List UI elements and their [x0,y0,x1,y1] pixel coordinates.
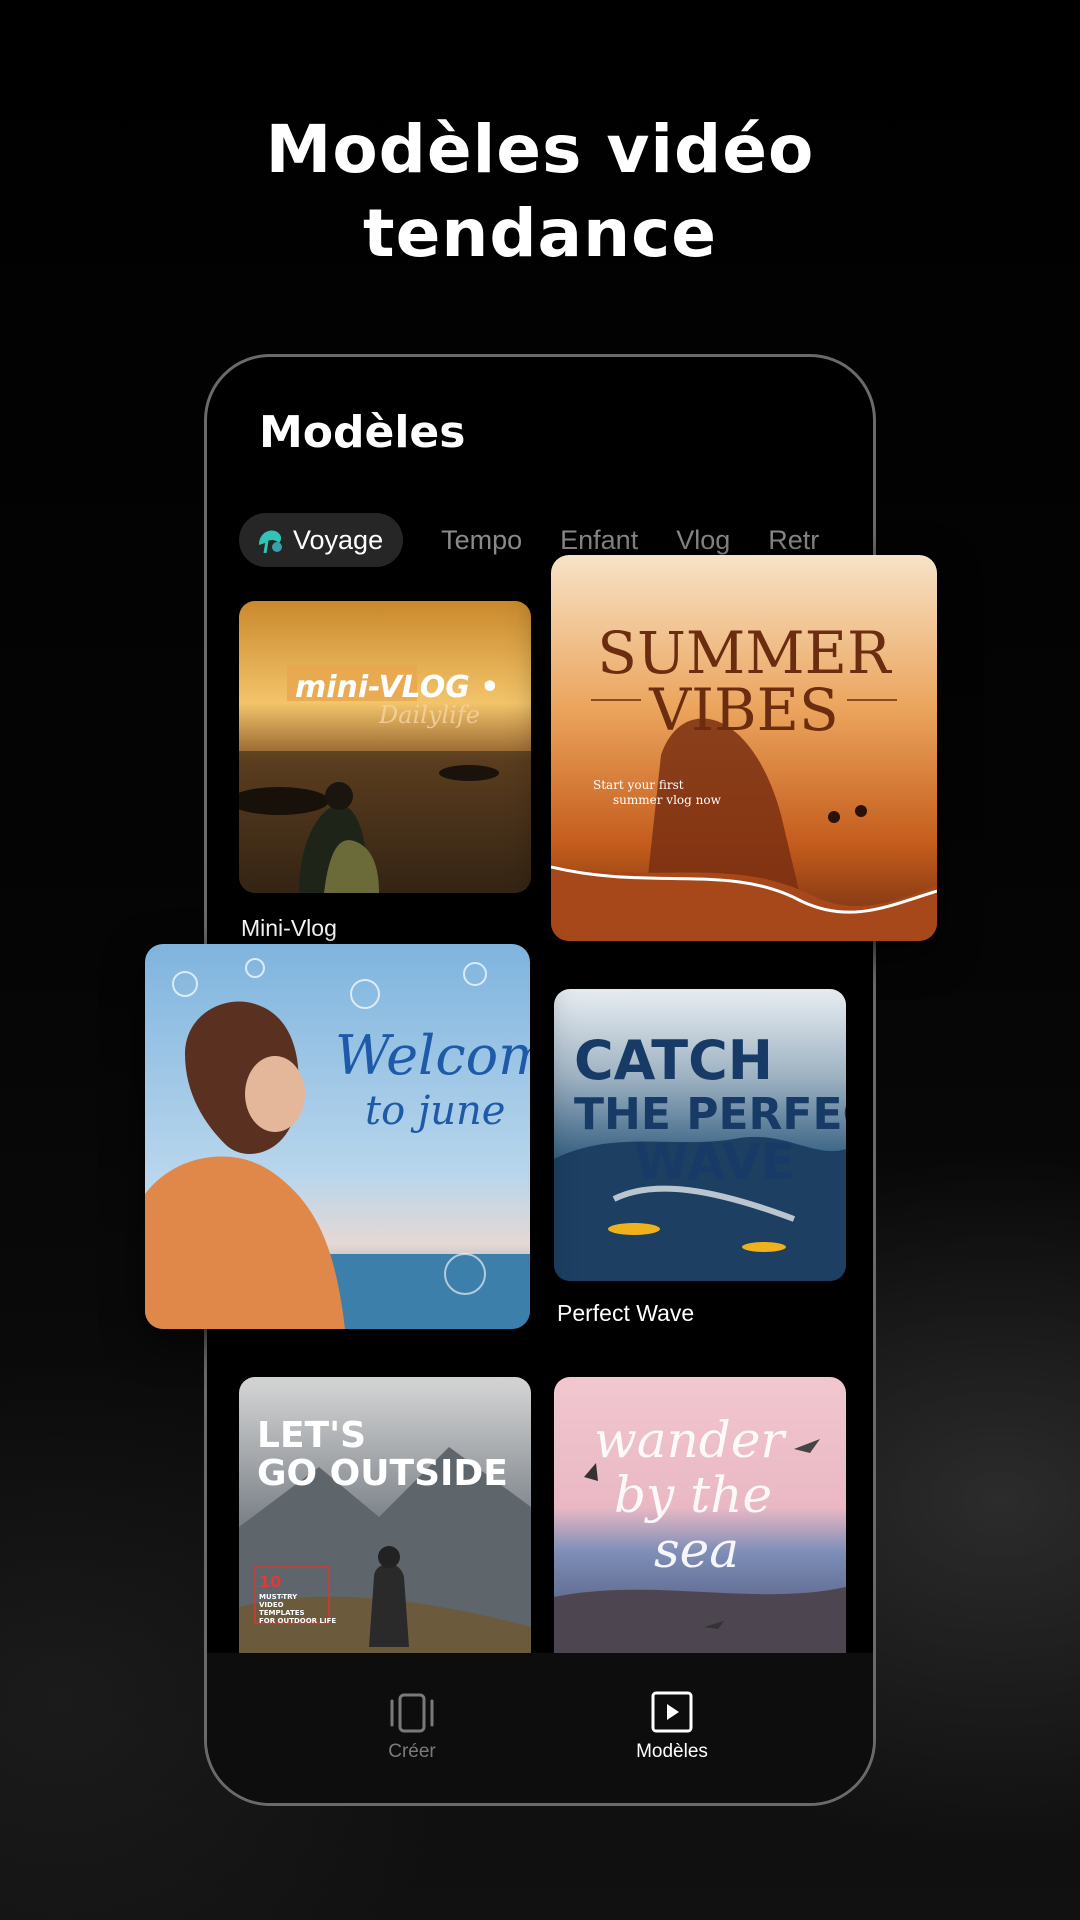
featured-title-line: Welcome [335,1024,530,1087]
headline-line-1: Modèles vidéo [265,111,815,188]
template-thumbnail-go-outside[interactable]: LET'S GO OUTSIDE 10 MUST-TRY VIDEO TEMPL… [239,1377,531,1667]
featured-card-welcome-june[interactable]: Welcome to june [145,944,530,1329]
tab-label: Retr [768,525,820,555]
thumbnail-overlay-line: CATCH [574,1029,773,1092]
nav-templates[interactable]: Modèles [612,1691,732,1763]
template-label-mini-vlog[interactable]: Mini-Vlog [241,915,337,942]
nav-label: Créer [388,1741,436,1762]
nav-label: Modèles [636,1741,708,1762]
template-thumbnail-mini-vlog[interactable]: mini-VLOG • Dailylife [239,601,531,893]
tab-label: Vlog [676,525,731,555]
thumbnail-note-number: 10 [259,1572,281,1591]
create-icon [390,1693,434,1733]
thumbnail-note-line: FOR OUTDOOR LIFE [259,1617,336,1625]
template-label-perfect-wave[interactable]: Perfect Wave [557,1300,694,1327]
page-title: Modèles [259,407,466,458]
thumbnail-note-line: TEMPLATES [259,1609,305,1617]
thumbnail-overlay-script: Dailylife [378,701,480,729]
thumbnail-overlay-line: WAVE [634,1133,795,1191]
thumbnail-overlay-line: sea [654,1521,739,1579]
tab-label: Enfant [560,525,639,555]
featured-title-line: VIBES [648,676,839,744]
featured-title-line: to june [365,1088,505,1134]
tab-tempo[interactable]: Tempo [441,513,522,567]
nav-create[interactable]: Créer [352,1691,472,1763]
thumbnail-note-line: VIDEO [259,1601,284,1609]
tab-label: Tempo [441,525,523,555]
featured-subtitle-line: Start your first [593,778,684,792]
thumbnail-overlay-line: GO OUTSIDE [257,1453,508,1494]
play-square-icon [651,1691,693,1733]
thumbnail-overlay-text: mini-VLOG • [295,670,499,705]
bottom-navigation: Créer Modèles [207,1653,873,1803]
headline-line-2: tendance [363,195,717,272]
tab-voyage[interactable]: Voyage [239,513,404,567]
tab-label: Voyage [293,525,384,555]
featured-subtitle-line: summer vlog now [613,793,722,807]
travel-icon [259,530,282,554]
thumbnail-note-line: MUST-TRY [259,1593,298,1601]
template-thumbnail-perfect-wave[interactable]: CATCH THE PERFECT WAVE [554,989,846,1281]
thumbnail-overlay-line: by the [614,1466,772,1524]
template-thumbnail-wander-sea[interactable]: wander by the sea [554,1377,846,1667]
featured-card-summer-vibes[interactable]: SUMMER VIBES Start your first summer vlo… [551,555,937,941]
thumbnail-overlay-line: LET'S [257,1415,366,1456]
thumbnail-overlay-line: wander [594,1411,787,1469]
promo-headline: Modèles vidéo tendance [0,108,1080,276]
